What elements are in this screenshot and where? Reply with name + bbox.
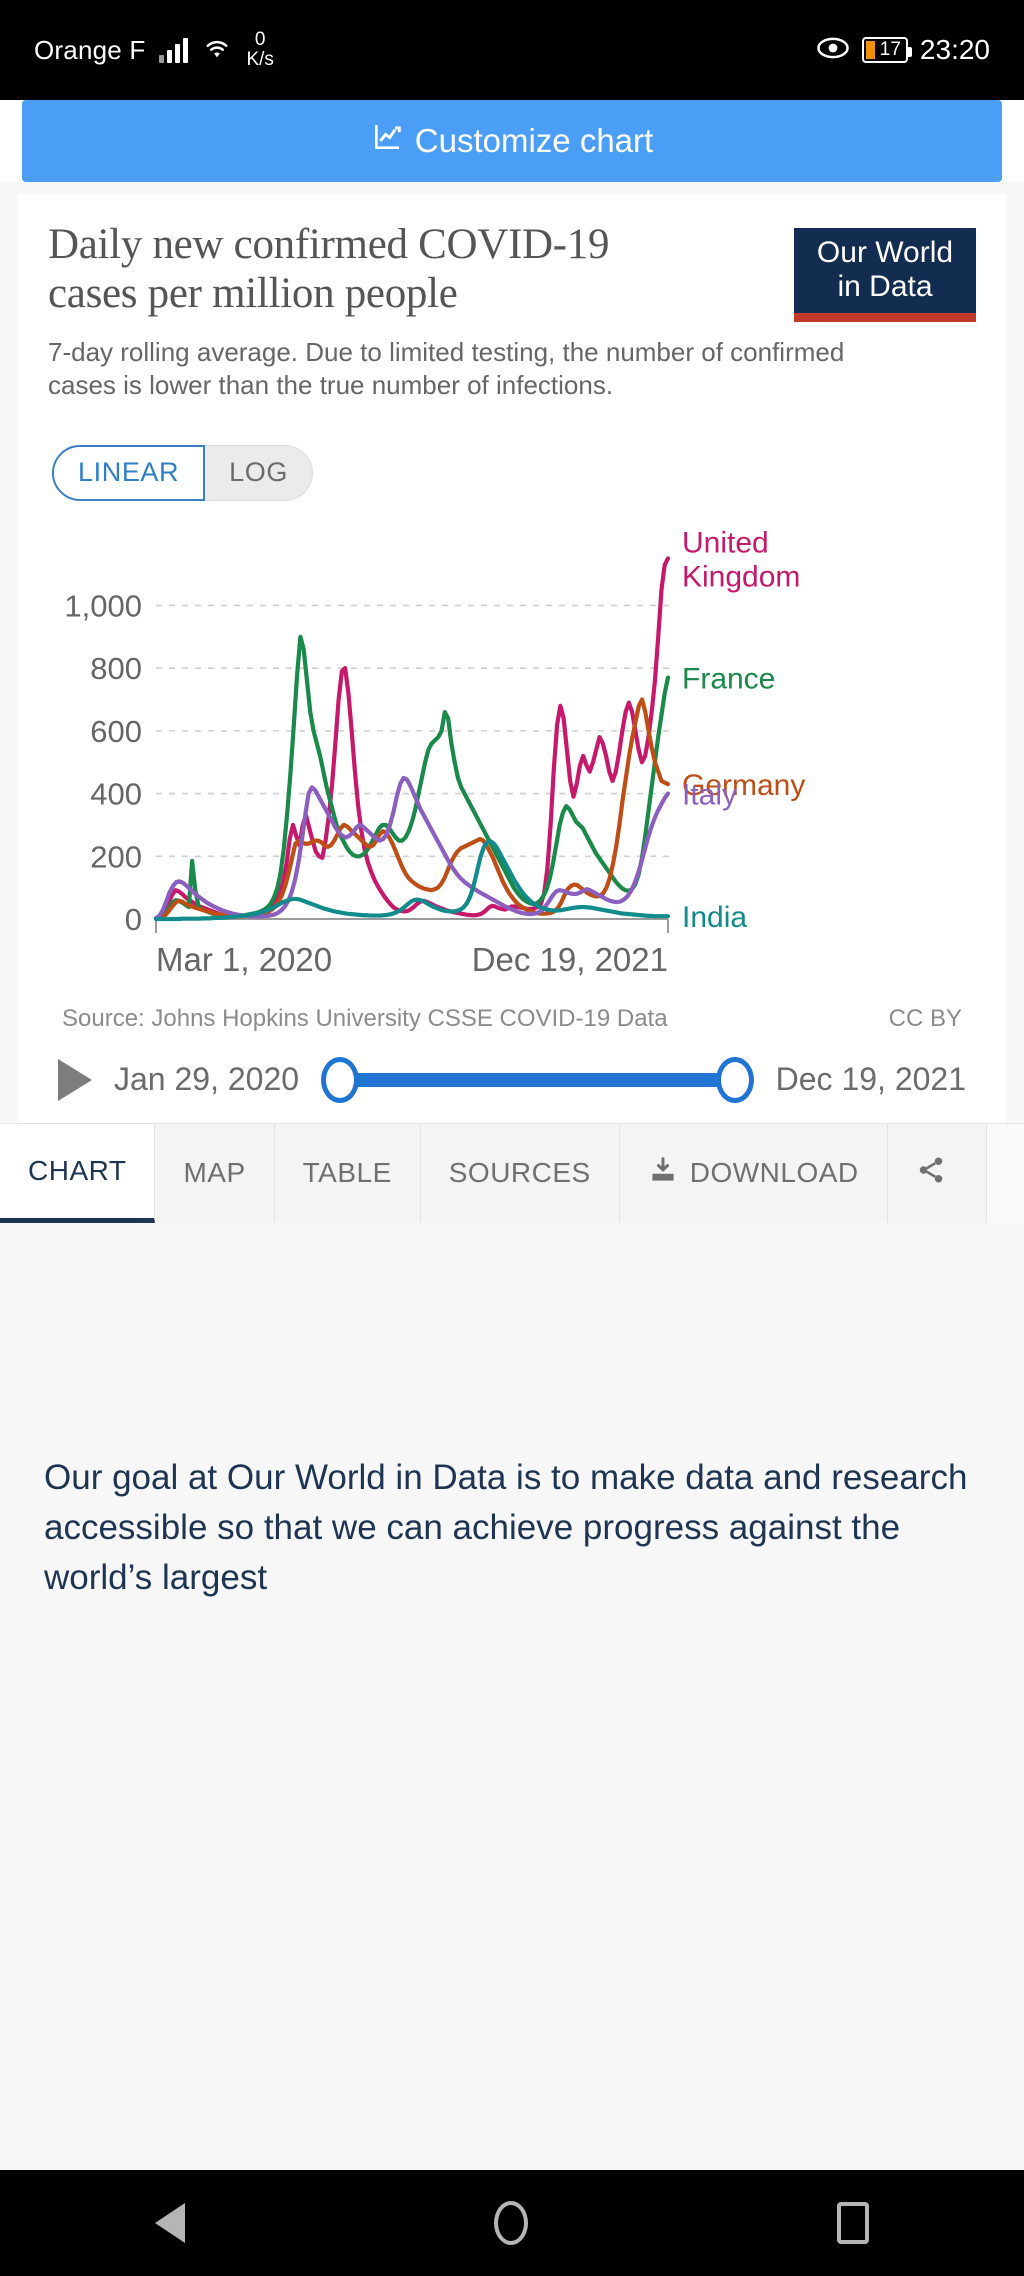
customize-chart-label: Customize chart [414,122,654,159]
tab-sources[interactable]: SOURCES [420,1123,620,1223]
battery-percent: 17 [879,39,901,60]
signal-icon [159,37,189,63]
eye-icon [816,36,850,65]
share-icon [916,1155,946,1192]
series-label[interactable]: India [682,901,747,934]
chart-line-icon [371,121,403,161]
owid-logo-line2: in Data [837,269,933,303]
download-icon [648,1155,678,1192]
tab-share[interactable] [887,1123,987,1223]
chart-footer: Source: Johns Hopkins University CSSE CO… [48,991,976,1033]
owid-logo-rule [794,313,976,323]
scale-option-linear[interactable]: LINEAR [52,444,206,501]
carrier-label: Orange F [34,34,146,65]
series-line[interactable] [153,697,671,921]
timeline-slider[interactable] [321,1056,754,1103]
chart-tabs[interactable]: CHART MAP TABLE SOURCES DOWNLOAD [0,1122,1024,1223]
network-speed: 0 K/s [246,30,273,70]
status-bar-left: Orange F 0 K/s [34,30,274,70]
series-label[interactable]: France [682,662,775,695]
series-line[interactable] [153,556,671,921]
timeline-end-date: Dec 19, 2021 [775,1061,966,1098]
back-icon[interactable] [154,2203,185,2243]
android-status-bar: Orange F 0 K/s 17 23:20 [0,0,1024,100]
y-axis-tick-label: 400 [90,776,142,811]
owid-logo[interactable]: Our World in Data [794,228,976,323]
series-label[interactable]: United Kingdom [682,526,800,593]
license-label[interactable]: CC BY [889,1005,962,1033]
scale-option-log[interactable]: LOG [205,444,313,501]
toolbar: Customize chart [0,100,1024,182]
y-axis-tick-label: 800 [90,651,142,686]
y-axis-tick-label: 200 [90,839,142,874]
y-axis-tick-label: 0 [125,902,142,937]
scale-toggle[interactable]: LINEAR LOG [52,444,313,501]
page-gap [0,1222,1024,1453]
battery-icon: 17 [861,37,912,63]
network-speed-value: 0 [254,29,266,51]
tab-chart-label: CHART [28,1154,127,1186]
chart-svg[interactable]: 0 200 400 600 800 1,000 Mar 1, 2020 Dec 19, 202… [48,521,1012,991]
page-title: Daily new confirmed COVID-19 cases per m… [48,221,610,318]
clock-label: 23:20 [919,34,990,65]
tab-download[interactable]: DOWNLOAD [619,1123,888,1223]
chart-subtitle: 7-day rolling average. Due to limited te… [48,337,845,401]
play-icon[interactable] [58,1058,92,1101]
home-icon[interactable] [493,2201,528,2245]
tab-table-label: TABLE [302,1157,392,1189]
tab-map[interactable]: MAP [155,1123,275,1223]
timeline-handle-left[interactable] [321,1056,360,1103]
series-label[interactable]: Italy [682,778,737,811]
status-bar-right: 17 23:20 [816,34,990,66]
x-axis-tick-label: Mar 1, 2020 [156,941,332,978]
line-chart[interactable]: 0 200 400 600 800 1,000 Mar 1, 2020 Dec 19, 202… [48,521,976,991]
owid-logo-line1: Our World [816,236,954,269]
timeline-range-bar [333,1072,742,1087]
tab-chart[interactable]: CHART [0,1123,156,1223]
timeline-handle-right[interactable] [715,1056,754,1103]
tab-sources-label: SOURCES [448,1157,591,1189]
chart-card-header: Daily new confirmed COVID-19 cases per m… [48,220,976,323]
tab-table[interactable]: TABLE [274,1123,421,1223]
customize-chart-button[interactable]: Customize chart [22,100,1002,182]
recents-icon[interactable] [837,2202,870,2244]
wifi-icon [202,35,232,66]
chart-card: Daily new confirmed COVID-19 cases per m… [18,194,1006,1123]
timeline-control[interactable]: Jan 29, 2020 Dec 19, 2021 [48,1033,976,1123]
y-axis-tick-label: 600 [90,714,142,749]
timeline-start-date: Jan 29, 2020 [114,1061,300,1098]
y-axis-tick-label: 1,000 [64,588,142,623]
network-speed-unit: K/s [246,49,274,70]
series-line[interactable] [153,634,671,921]
android-nav-bar[interactable] [0,2170,1024,2276]
x-axis-tick-label: Dec 19, 2021 [472,941,668,978]
footer-prose: Our goal at Our World in Data is to make… [0,1452,1024,1603]
tab-download-label: DOWNLOAD [689,1157,859,1189]
tab-map-label: MAP [183,1157,246,1189]
source-label: Source: Johns Hopkins University CSSE CO… [62,1004,668,1032]
